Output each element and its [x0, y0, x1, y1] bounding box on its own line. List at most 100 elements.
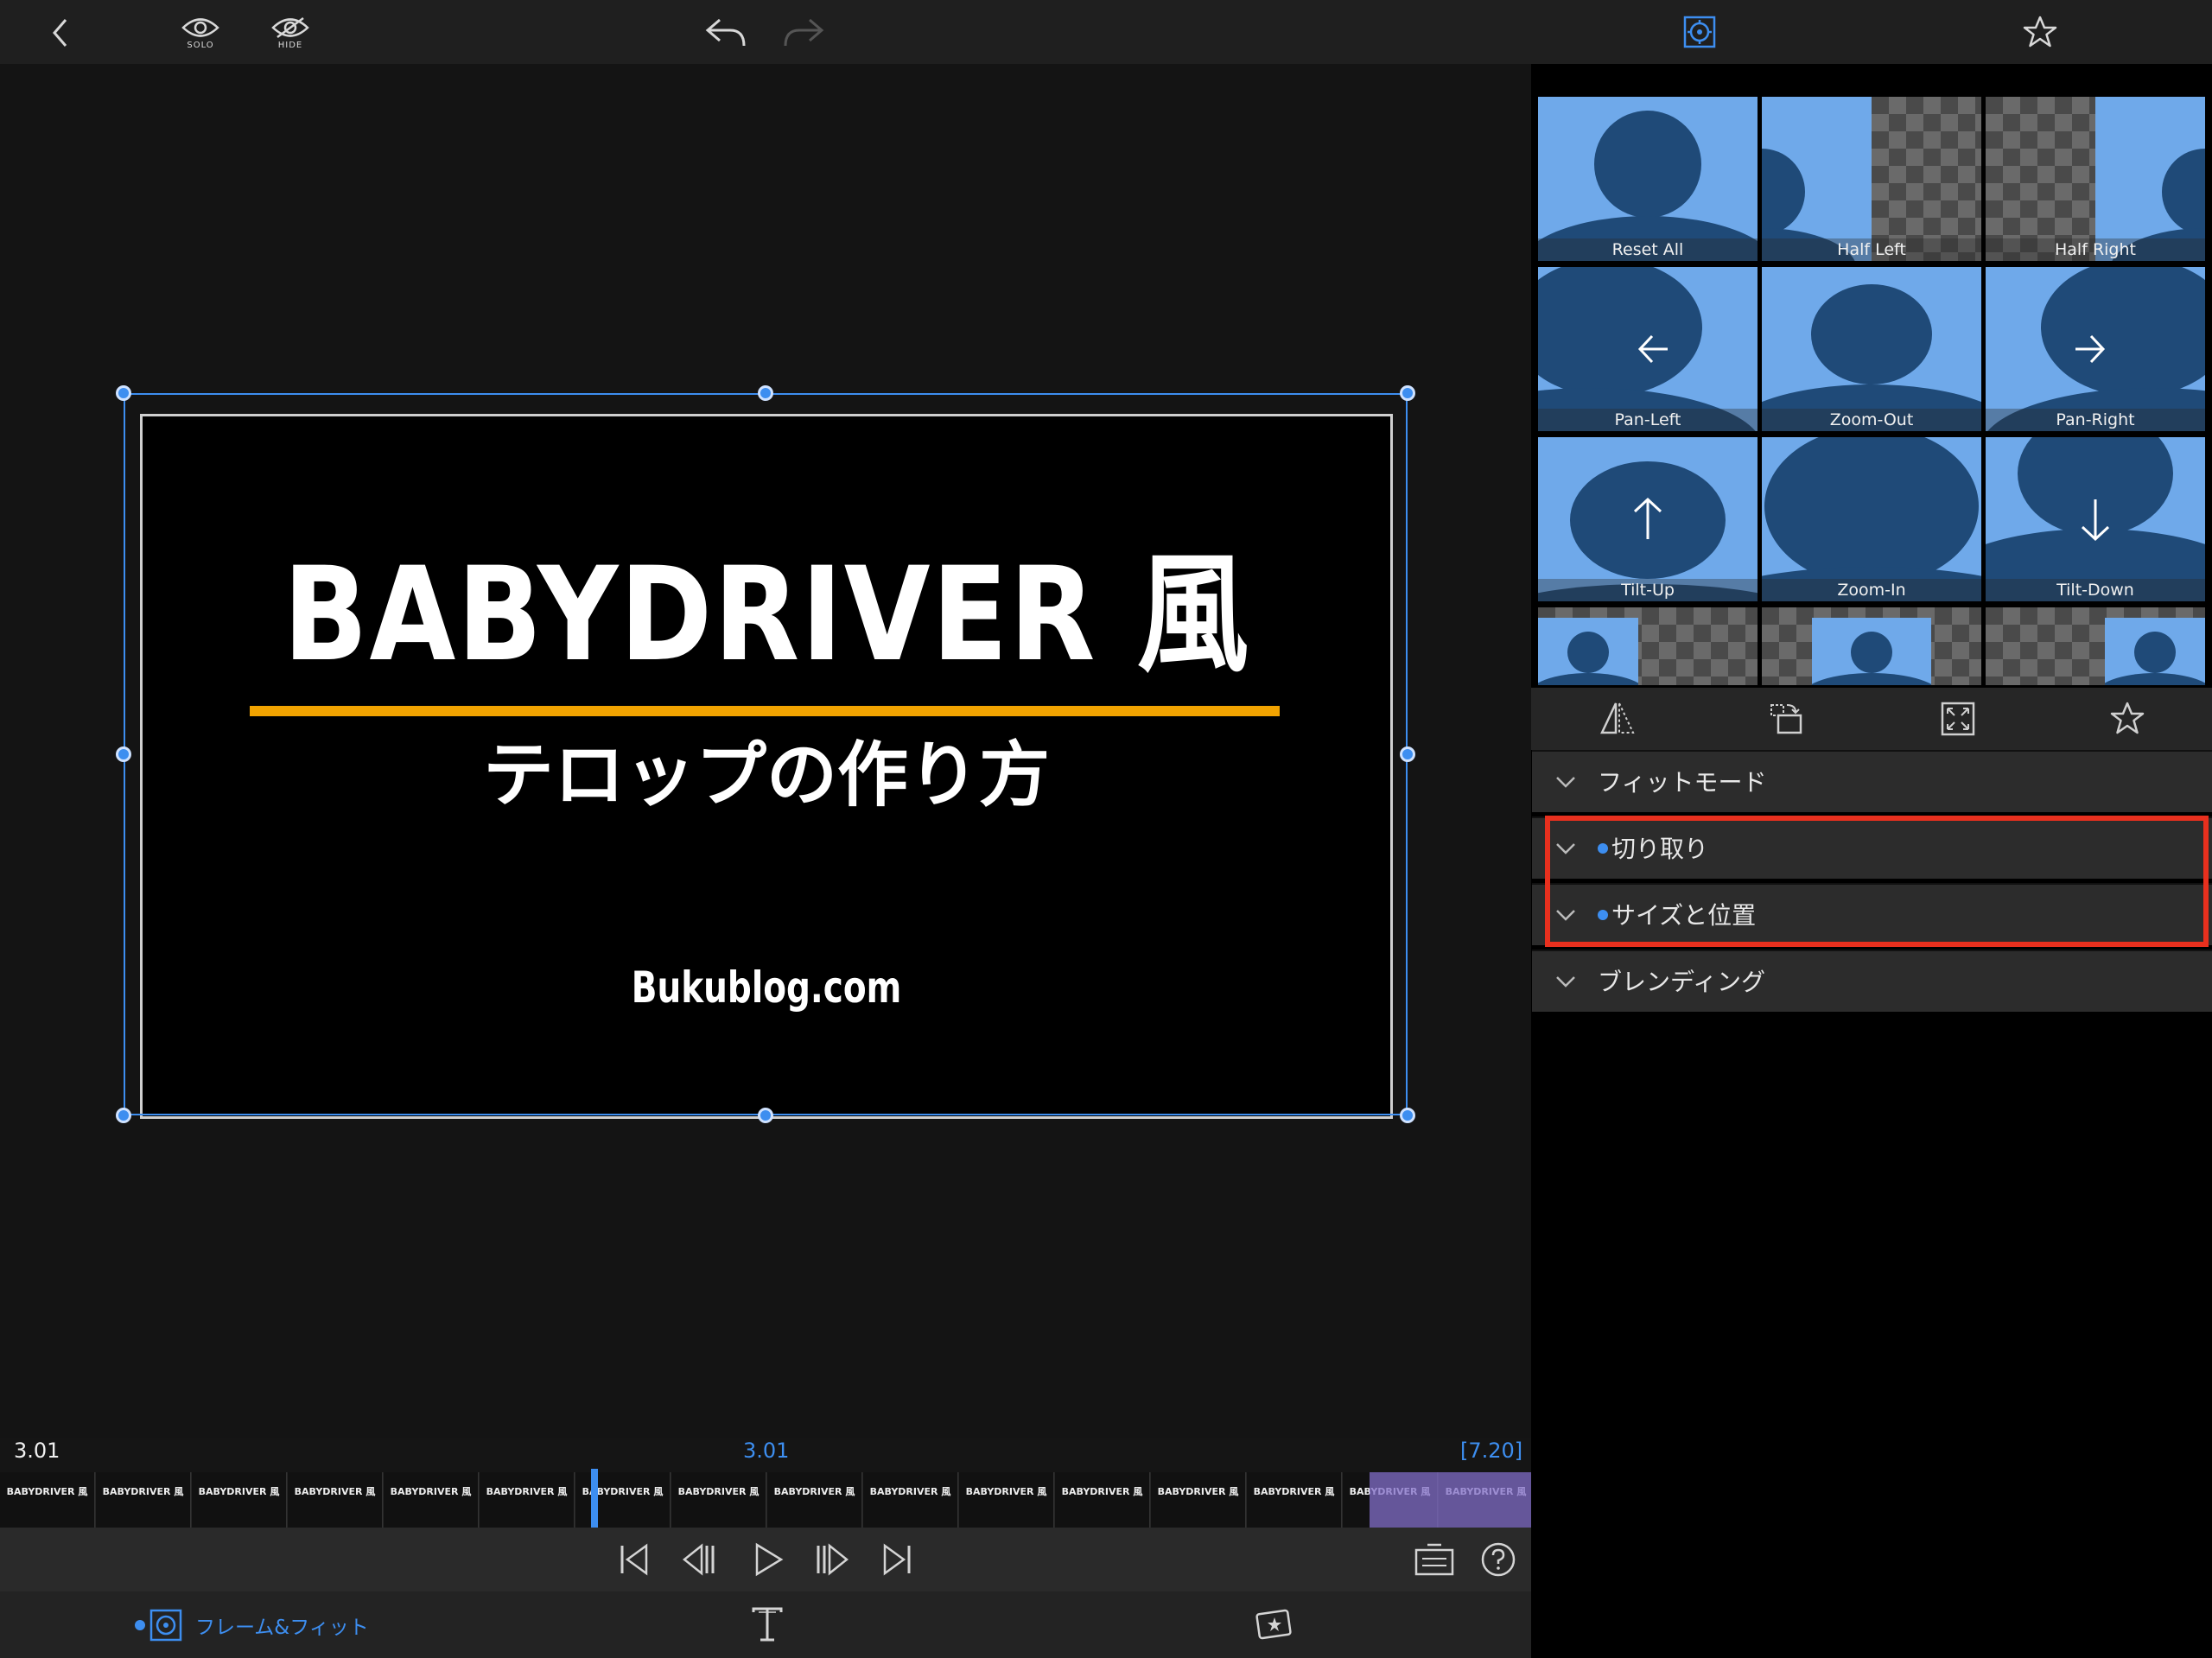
active-dot — [135, 1620, 145, 1630]
filmstrip-thumb: BABYDRIVER 風 — [1151, 1472, 1246, 1528]
preset-label: Tilt-Up — [1538, 579, 1758, 601]
filmstrip-thumb: BABYDRIVER 風 — [1055, 1472, 1150, 1528]
playhead[interactable] — [591, 1469, 598, 1528]
preset-label: Pan-Right — [1986, 409, 2205, 431]
preset-label: Zoom-In — [1762, 579, 1981, 601]
hide-label: HIDE — [277, 40, 303, 50]
person-silhouette-icon — [1812, 632, 1931, 685]
person-silhouette-icon — [1538, 267, 1756, 431]
person-silhouette-icon — [1987, 267, 2205, 431]
section-label: フィットモード — [1598, 768, 1767, 797]
chevron-down-icon — [1556, 777, 1575, 788]
preset-pan-right[interactable]: Pan-Right — [1986, 267, 2205, 431]
preset-corner-center[interactable] — [1762, 607, 1981, 685]
resize-handle-top-left[interactable] — [116, 385, 131, 401]
preset-label: Tilt-Down — [1986, 579, 2205, 601]
resize-handle-top-right[interactable] — [1400, 385, 1415, 401]
preset-corner-right[interactable] — [1986, 607, 2205, 685]
preset-zoom-out[interactable]: Zoom-Out — [1762, 267, 1981, 431]
hide-button[interactable]: HIDE — [268, 12, 313, 54]
selection-box[interactable] — [124, 393, 1408, 1115]
person-silhouette-icon — [2105, 632, 2205, 685]
resize-handle-left[interactable] — [116, 746, 131, 762]
back-chevron-icon[interactable] — [45, 16, 74, 50]
preset-label: Reset All — [1538, 238, 1758, 261]
play-icon[interactable] — [750, 1541, 786, 1578]
clip-duration: [7.20] — [1460, 1439, 1523, 1463]
preset-pan-left[interactable]: Pan-Left — [1538, 267, 1758, 431]
resize-handle-right[interactable] — [1400, 746, 1415, 762]
filmstrip-thumb: BABYDRIVER 風 — [1247, 1472, 1342, 1528]
transport-controls — [0, 1528, 1531, 1591]
preset-tilt-down[interactable]: Tilt-Down — [1986, 437, 2205, 601]
filmstrip-thumb: BABYDRIVER 風 — [575, 1472, 671, 1528]
preset-half-right[interactable]: Half Right — [1986, 97, 2205, 261]
resize-handle-bottom[interactable] — [758, 1108, 773, 1123]
filmstrip-thumb: BABYDRIVER 風 — [0, 1472, 95, 1528]
preset-star-icon[interactable] — [2108, 700, 2146, 738]
person-silhouette-icon — [1538, 111, 1758, 261]
resize-handle-top[interactable] — [758, 385, 773, 401]
eye-icon — [181, 17, 219, 37]
preset-tilt-up[interactable]: Tilt-Up — [1538, 437, 1758, 601]
effects-icon[interactable] — [1255, 1605, 1294, 1643]
chevron-down-icon — [1556, 976, 1575, 988]
preset-label: Zoom-Out — [1762, 409, 1981, 431]
preset-label: Half Right — [1986, 238, 2205, 261]
transparency-checker — [1872, 97, 1981, 261]
person-silhouette-icon — [1538, 461, 1758, 601]
section-label: ブレンディング — [1598, 968, 1766, 996]
text-tool-icon[interactable] — [748, 1605, 786, 1643]
undo-icon[interactable] — [702, 14, 748, 50]
redo-icon[interactable] — [781, 14, 828, 50]
section-fit-mode[interactable]: フィットモード — [1532, 750, 2212, 812]
help-icon[interactable] — [1480, 1541, 1516, 1578]
bottom-tab-bar: フレーム&フィット — [0, 1591, 1531, 1658]
person-silhouette-icon — [1762, 284, 1981, 431]
frame-fit-tab[interactable]: フレーム&フィット — [135, 1607, 369, 1643]
resize-handle-bottom-left[interactable] — [116, 1108, 131, 1123]
section-blending[interactable]: ブレンディング — [1532, 950, 2212, 1012]
top-toolbar: SOLO HIDE — [0, 0, 2212, 64]
filmstrip-thumb: BABYDRIVER 風 — [959, 1472, 1054, 1528]
solo-button[interactable]: SOLO — [178, 12, 223, 54]
preset-zoom-in[interactable]: Zoom-In — [1762, 437, 1981, 601]
filmstrip-thumb: BABYDRIVER 風 — [288, 1472, 383, 1528]
step-back-icon[interactable] — [681, 1541, 717, 1578]
preset-half-left[interactable]: Half Left — [1762, 97, 1981, 261]
current-time-center: 3.01 — [743, 1439, 790, 1463]
transparency-checker — [1986, 97, 2095, 261]
rotate-icon[interactable] — [1768, 700, 1806, 738]
step-forward-icon[interactable] — [814, 1541, 850, 1578]
timeline-filmstrip[interactable]: BABYDRIVER 風 BABYDRIVER 風 BABYDRIVER 風 B… — [0, 1472, 1531, 1528]
person-silhouette-icon — [2112, 149, 2205, 261]
favorite-star-icon[interactable] — [2022, 14, 2058, 50]
current-time-left: 3.01 — [14, 1439, 60, 1463]
person-silhouette-icon — [1762, 149, 1855, 261]
solo-label: SOLO — [187, 40, 214, 50]
filmstrip-thumb: BABYDRIVER 風 — [767, 1472, 862, 1528]
frame-fit-tab-label: フレーム&フィット — [195, 1617, 369, 1639]
trim-region-overlay — [1370, 1472, 1531, 1528]
preset-corner-left[interactable] — [1538, 607, 1758, 685]
frame-fit-icon — [149, 1609, 182, 1642]
filmstrip-thumb: BABYDRIVER 風 — [863, 1472, 958, 1528]
person-silhouette-icon — [1762, 437, 1981, 601]
skip-to-start-icon[interactable] — [617, 1541, 653, 1578]
person-silhouette-icon — [1986, 437, 2205, 601]
clip-settings-icon[interactable] — [1414, 1541, 1455, 1578]
person-silhouette-icon — [1538, 632, 1638, 685]
filmstrip-thumb: BABYDRIVER 風 — [384, 1472, 479, 1528]
preset-reset-all[interactable]: Reset All — [1538, 97, 1758, 261]
transform-tool-row — [1531, 688, 2212, 750]
fullscreen-fit-icon[interactable] — [1939, 700, 1977, 738]
filmstrip-thumb: BABYDRIVER 風 — [96, 1472, 191, 1528]
skip-to-end-icon[interactable] — [878, 1541, 914, 1578]
filmstrip-thumb: BABYDRIVER 風 — [192, 1472, 287, 1528]
frame-fit-tab-icon[interactable] — [1681, 14, 1718, 50]
preset-label: Pan-Left — [1538, 409, 1758, 431]
highlight-annotation — [1545, 816, 2209, 947]
eye-slash-icon — [271, 16, 309, 38]
flip-icon[interactable] — [1599, 700, 1637, 738]
resize-handle-bottom-right[interactable] — [1400, 1108, 1415, 1123]
